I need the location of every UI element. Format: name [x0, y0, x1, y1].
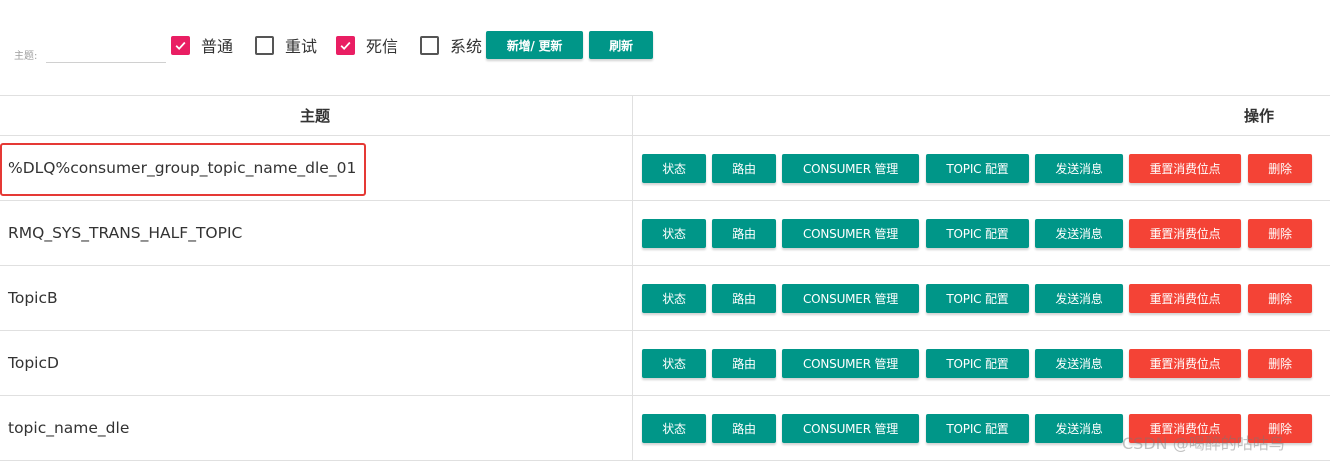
topic-name: RMQ_SYS_TRANS_HALF_TOPIC: [8, 224, 243, 242]
checkbox-retry[interactable]: 重试: [255, 35, 318, 56]
checkbox-unchecked-icon: [255, 35, 274, 55]
reset-offset-button[interactable]: 重置消费位点: [1129, 154, 1241, 183]
status-button[interactable]: 状态: [642, 349, 706, 378]
checkbox-normal-label: 普通: [201, 37, 234, 56]
topic-name: topic_name_dle: [8, 419, 130, 437]
checkbox-system-label: 系统: [450, 37, 483, 56]
send-message-button[interactable]: 发送消息: [1035, 219, 1123, 248]
checkbox-dead-letter-label: 死信: [366, 37, 399, 56]
topic-name: TopicB: [8, 289, 58, 307]
header-topic: 主题: [300, 107, 331, 125]
table-header: 主题 操作: [0, 95, 1330, 136]
consumer-manage-button[interactable]: CONSUMER 管理: [782, 219, 919, 248]
status-button[interactable]: 状态: [642, 414, 706, 443]
header-operation: 操作: [1244, 107, 1275, 125]
checkbox-retry-label: 重试: [285, 37, 318, 56]
status-button[interactable]: 状态: [642, 284, 706, 313]
refresh-button[interactable]: 刷新: [589, 31, 653, 59]
send-message-button[interactable]: 发送消息: [1035, 154, 1123, 183]
route-button[interactable]: 路由: [712, 414, 776, 443]
checkbox-system[interactable]: 系统: [420, 35, 483, 56]
route-button[interactable]: 路由: [712, 219, 776, 248]
consumer-manage-button[interactable]: CONSUMER 管理: [782, 154, 919, 183]
checkbox-unchecked-icon: [420, 35, 439, 55]
filter-bar: 主题: 普通 重试 死信 系统 新增/ 更新 刷新: [0, 0, 1330, 95]
delete-button[interactable]: 删除: [1248, 154, 1312, 183]
reset-offset-button[interactable]: 重置消费位点: [1129, 349, 1241, 378]
checkbox-checked-icon: [336, 35, 355, 55]
delete-button[interactable]: 删除: [1248, 349, 1312, 378]
table-row: TopicD 状态 路由 CONSUMER 管理 TOPIC 配置 发送消息 重…: [0, 331, 1330, 396]
reset-offset-button[interactable]: 重置消费位点: [1129, 284, 1241, 313]
route-button[interactable]: 路由: [712, 284, 776, 313]
topic-name: TopicD: [8, 354, 59, 372]
delete-button[interactable]: 删除: [1248, 219, 1312, 248]
consumer-manage-button[interactable]: CONSUMER 管理: [782, 414, 919, 443]
reset-offset-button[interactable]: 重置消费位点: [1129, 219, 1241, 248]
topic-config-button[interactable]: TOPIC 配置: [926, 284, 1029, 313]
consumer-manage-button[interactable]: CONSUMER 管理: [782, 284, 919, 313]
consumer-manage-button[interactable]: CONSUMER 管理: [782, 349, 919, 378]
topic-config-button[interactable]: TOPIC 配置: [926, 219, 1029, 248]
send-message-button[interactable]: 发送消息: [1035, 414, 1123, 443]
table-row: TopicB 状态 路由 CONSUMER 管理 TOPIC 配置 发送消息 重…: [0, 266, 1330, 331]
status-button[interactable]: 状态: [642, 154, 706, 183]
topic-config-button[interactable]: TOPIC 配置: [926, 349, 1029, 378]
topic-config-button[interactable]: TOPIC 配置: [926, 154, 1029, 183]
route-button[interactable]: 路由: [712, 349, 776, 378]
status-button[interactable]: 状态: [642, 219, 706, 248]
topic-config-button[interactable]: TOPIC 配置: [926, 414, 1029, 443]
watermark: CSDN @喝醉的咕咕鸟: [1122, 434, 1285, 453]
route-button[interactable]: 路由: [712, 154, 776, 183]
checkbox-dead-letter[interactable]: 死信: [336, 35, 399, 56]
delete-button[interactable]: 删除: [1248, 284, 1312, 313]
add-update-button[interactable]: 新增/ 更新: [486, 31, 583, 59]
checkbox-checked-icon: [171, 35, 190, 55]
topic-filter-input[interactable]: [46, 44, 166, 63]
send-message-button[interactable]: 发送消息: [1035, 349, 1123, 378]
dead-letter-topic-highlight: [0, 143, 366, 196]
send-message-button[interactable]: 发送消息: [1035, 284, 1123, 313]
table-row: RMQ_SYS_TRANS_HALF_TOPIC 状态 路由 CONSUMER …: [0, 201, 1330, 266]
topic-filter-label: 主题:: [14, 51, 38, 62]
checkbox-normal[interactable]: 普通: [171, 35, 234, 56]
